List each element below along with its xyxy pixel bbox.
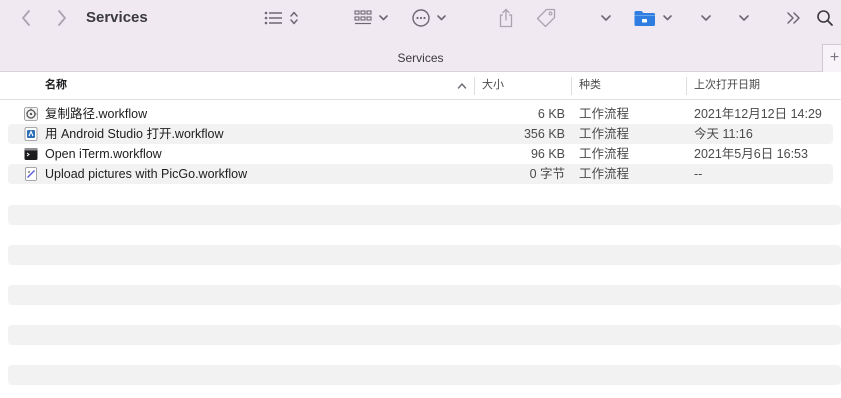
group-button[interactable] — [352, 0, 392, 36]
view-options-button[interactable] — [262, 0, 302, 36]
dropdown-button-3[interactable] — [736, 0, 752, 36]
file-date: 2021年5月6日 16:53 — [694, 147, 808, 161]
chevron-down-icon — [601, 15, 611, 21]
picgo-workflow-icon — [25, 167, 37, 181]
file-list: 复制路径.workflow 6 KB 工作流程 2021年12月12日 14:2… — [0, 104, 841, 184]
forward-button[interactable] — [52, 0, 72, 36]
column-date-header[interactable]: 上次打开日期 — [694, 72, 760, 100]
file-kind: 工作流程 — [579, 107, 630, 121]
grid-group-icon — [354, 10, 388, 25]
list-view-icon — [264, 11, 298, 25]
file-row[interactable]: 用 Android Studio 打开.workflow 356 KB 工作流程… — [8, 124, 833, 144]
search-button[interactable] — [814, 0, 836, 36]
back-button[interactable] — [16, 0, 36, 36]
chevron-left-icon — [22, 10, 30, 26]
file-kind: 工作流程 — [579, 147, 630, 161]
column-size-header[interactable]: 大小 — [482, 72, 504, 100]
window-title: Services — [86, 9, 148, 26]
share-button[interactable] — [496, 0, 516, 36]
dropdown-button-2[interactable] — [698, 0, 714, 36]
double-chevron-right-icon — [787, 12, 800, 24]
android-studio-workflow-icon — [24, 127, 38, 141]
workflow-gear-icon — [24, 107, 38, 121]
file-size: 356 KB — [523, 127, 565, 141]
column-divider[interactable] — [474, 77, 475, 95]
column-kind-header[interactable]: 种类 — [579, 72, 601, 100]
file-size: 6 KB — [537, 107, 565, 121]
action-button[interactable] — [410, 0, 450, 36]
column-name-header[interactable]: 名称 — [45, 72, 67, 100]
sort-ascending-icon[interactable] — [457, 81, 467, 91]
file-name: Open iTerm.workflow — [45, 147, 162, 161]
file-size: 0 字节 — [529, 167, 565, 181]
file-name: Upload pictures with PicGo.workflow — [45, 167, 248, 181]
file-size: 96 KB — [530, 147, 565, 161]
finder-window: Services Services + 名称 大小 种类 上次打开日期 复制路径… — [0, 0, 841, 398]
file-name: 复制路径.workflow — [45, 107, 148, 121]
chevron-down-icon — [701, 15, 711, 21]
chevron-right-icon — [58, 10, 66, 26]
terminal-workflow-icon — [24, 148, 38, 160]
file-kind: 工作流程 — [579, 167, 630, 181]
toolbar: Services — [0, 0, 841, 36]
share-icon — [499, 8, 513, 28]
dropdown-button-1[interactable] — [598, 0, 614, 36]
file-date: 2021年12月12日 14:29 — [694, 107, 822, 121]
file-row[interactable]: Upload pictures with PicGo.workflow 0 字节… — [8, 164, 833, 184]
file-row[interactable]: 复制路径.workflow 6 KB 工作流程 2021年12月12日 14:2… — [0, 104, 841, 124]
file-date: 今天 11:16 — [694, 127, 753, 141]
column-divider[interactable] — [686, 77, 687, 95]
tag-icon — [536, 8, 556, 28]
empty-row-stripe — [8, 245, 841, 265]
file-name: 用 Android Studio 打开.workflow — [45, 127, 224, 141]
folder-icon — [634, 11, 672, 26]
folder-location-button[interactable] — [632, 0, 676, 36]
file-date: -- — [694, 167, 703, 181]
tab-bar: Services — [0, 36, 841, 72]
column-divider[interactable] — [571, 77, 572, 95]
empty-row-stripe — [8, 285, 841, 305]
empty-row-stripe — [8, 325, 841, 345]
column-header: 名称 大小 种类 上次打开日期 — [0, 72, 841, 100]
ellipsis-circle-icon — [412, 9, 446, 27]
magnifier-icon — [817, 10, 833, 26]
more-toolbar-button[interactable] — [784, 0, 804, 36]
empty-row-stripe — [8, 205, 841, 225]
file-row[interactable]: Open iTerm.workflow 96 KB 工作流程 2021年5月6日… — [0, 144, 841, 164]
tag-button[interactable] — [534, 0, 558, 36]
empty-row-stripe — [8, 365, 841, 385]
file-kind: 工作流程 — [579, 127, 630, 141]
new-tab-button[interactable]: + — [822, 44, 841, 72]
tab-title[interactable]: Services — [0, 51, 841, 65]
chevron-down-icon — [739, 15, 749, 21]
